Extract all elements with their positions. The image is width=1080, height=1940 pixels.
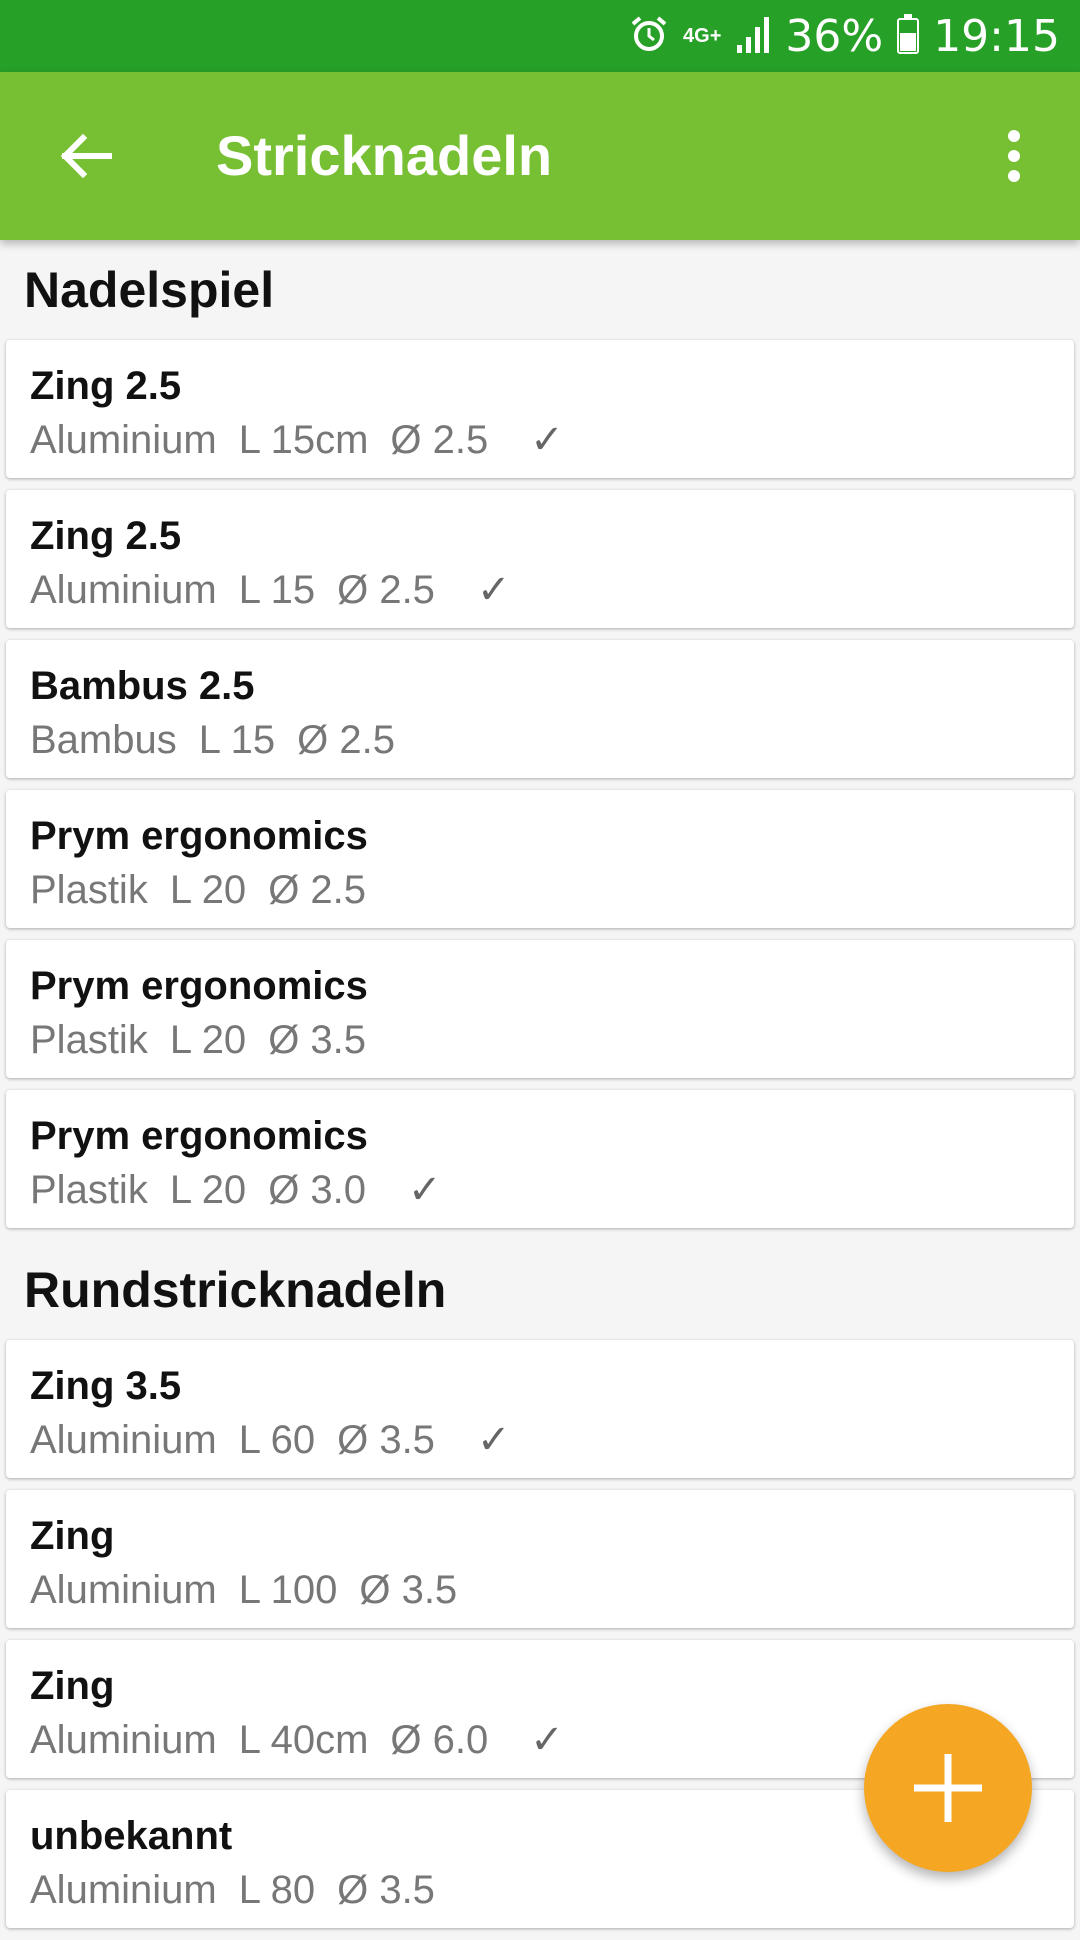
needle-details: Aluminium L 15cm Ø 2.5 ✓	[30, 416, 1074, 464]
needle-length: L 15	[238, 568, 316, 612]
needle-name: Prym ergonomics	[30, 814, 368, 858]
overflow-menu-button[interactable]	[984, 124, 1044, 188]
needle-material: Plastik	[30, 868, 148, 912]
needle-length: L 20	[169, 1018, 247, 1062]
needle-material: Aluminium	[30, 1568, 217, 1612]
needle-material: Aluminium	[30, 568, 217, 612]
needle-diameter: Ø 2.5	[390, 418, 489, 462]
needle-details: Plastik L 20 Ø 2.5	[30, 866, 1074, 914]
needle-material: Plastik	[30, 1018, 148, 1062]
needle-diameter: Ø 3.5	[337, 1868, 435, 1912]
network-type: 4G+	[683, 25, 722, 47]
arrow-left-icon	[60, 133, 112, 179]
needle-name: Zing	[30, 1664, 115, 1708]
needle-length: L 20	[169, 1168, 247, 1212]
needle-diameter: Ø 3.5	[337, 1418, 435, 1462]
needle-name: Zing 2.5	[30, 514, 182, 558]
needle-diameter: Ø 3.5	[359, 1568, 458, 1612]
needle-length: L 15	[198, 718, 276, 762]
needle-length: L 80	[238, 1868, 316, 1912]
needle-card[interactable]: Prym ergonomics Plastik L 20 Ø 3.5	[6, 940, 1074, 1078]
owned-check-icon: ✓	[530, 418, 564, 462]
needle-length: L 100	[238, 1568, 338, 1612]
needle-card[interactable]: Zing Aluminium L 100 Ø 3.5	[6, 1490, 1074, 1628]
clock: 19:15	[933, 10, 1060, 62]
needle-details: Bambus L 15 Ø 2.5	[30, 716, 1074, 764]
section-title: Nadelspiel	[24, 262, 275, 318]
needle-card[interactable]: Zing 2.5 Aluminium L 15 Ø 2.5 ✓	[6, 490, 1074, 628]
needle-length: L 60	[238, 1418, 316, 1462]
needle-length: L 40cm	[238, 1718, 369, 1762]
needle-name: Zing	[30, 1514, 115, 1558]
more-vert-icon	[1008, 130, 1020, 182]
needle-details: Plastik L 20 Ø 3.5	[30, 1016, 1074, 1064]
battery-percent: 36%	[785, 10, 884, 62]
needle-material: Aluminium	[30, 1718, 217, 1762]
needle-diameter: Ø 3.5	[268, 1018, 367, 1062]
section-title: Rundstricknadeln	[24, 1262, 447, 1318]
needle-details: Aluminium L 100 Ø 3.5	[30, 1566, 1074, 1614]
needle-card[interactable]: Bambus 2.5 Bambus L 15 Ø 2.5	[6, 640, 1074, 778]
needle-name: Zing 2.5	[30, 364, 182, 408]
app-bar: Stricknadeln	[0, 72, 1080, 240]
needle-name: Zing 3.5	[30, 1364, 182, 1408]
needle-name: Bambus 2.5	[30, 664, 255, 708]
needle-diameter: Ø 2.5	[297, 718, 395, 762]
needle-material: Aluminium	[30, 418, 217, 462]
needle-name: Prym ergonomics	[30, 1114, 368, 1158]
owned-check-icon: ✓	[530, 1718, 564, 1762]
signal-icon	[735, 15, 771, 58]
needle-length: L 15cm	[238, 418, 369, 462]
owned-check-icon: ✓	[476, 568, 511, 612]
needle-details: Aluminium L 60 Ø 3.5 ✓	[30, 1416, 1074, 1464]
plus-icon	[914, 1754, 982, 1822]
needle-details: Plastik L 20 Ø 3.0 ✓	[30, 1166, 1074, 1214]
needle-length: L 20	[169, 868, 247, 912]
needle-diameter: Ø 6.0	[390, 1718, 489, 1762]
needle-card[interactable]: Zing 2.5 Aluminium L 15cm Ø 2.5 ✓	[6, 340, 1074, 478]
owned-check-icon: ✓	[476, 1418, 511, 1462]
needle-material: Plastik	[30, 1168, 148, 1212]
needle-material: Aluminium	[30, 1418, 217, 1462]
battery-icon	[897, 13, 920, 59]
needle-diameter: Ø 2.5	[337, 568, 435, 612]
needle-card[interactable]: Zing 3.5 Aluminium L 60 Ø 3.5 ✓	[6, 1340, 1074, 1478]
needle-details: Aluminium L 15 Ø 2.5 ✓	[30, 566, 1074, 614]
alarm-icon	[629, 14, 669, 59]
owned-check-icon: ✓	[408, 1168, 442, 1212]
needle-details: Aluminium L 80 Ø 3.5	[30, 1866, 1074, 1914]
back-button[interactable]	[50, 124, 120, 188]
needle-material: Bambus	[30, 718, 177, 762]
needle-diameter: Ø 3.0	[268, 1168, 367, 1212]
add-button[interactable]	[864, 1704, 1032, 1872]
status-bar: 4G+ 36% 19:15	[0, 0, 1080, 72]
needle-card[interactable]: Prym ergonomics Plastik L 20 Ø 3.0 ✓	[6, 1090, 1074, 1228]
needle-diameter: Ø 2.5	[268, 868, 367, 912]
needle-card[interactable]: Prym ergonomics Plastik L 20 Ø 2.5	[6, 790, 1074, 928]
needle-name: Prym ergonomics	[30, 964, 368, 1008]
needle-material: Aluminium	[30, 1868, 217, 1912]
page-title: Stricknadeln	[216, 124, 553, 187]
needle-list: Nadelspiel Zing 2.5 Aluminium L 15cm Ø 2.5 ✓ Z…	[0, 240, 1080, 1940]
